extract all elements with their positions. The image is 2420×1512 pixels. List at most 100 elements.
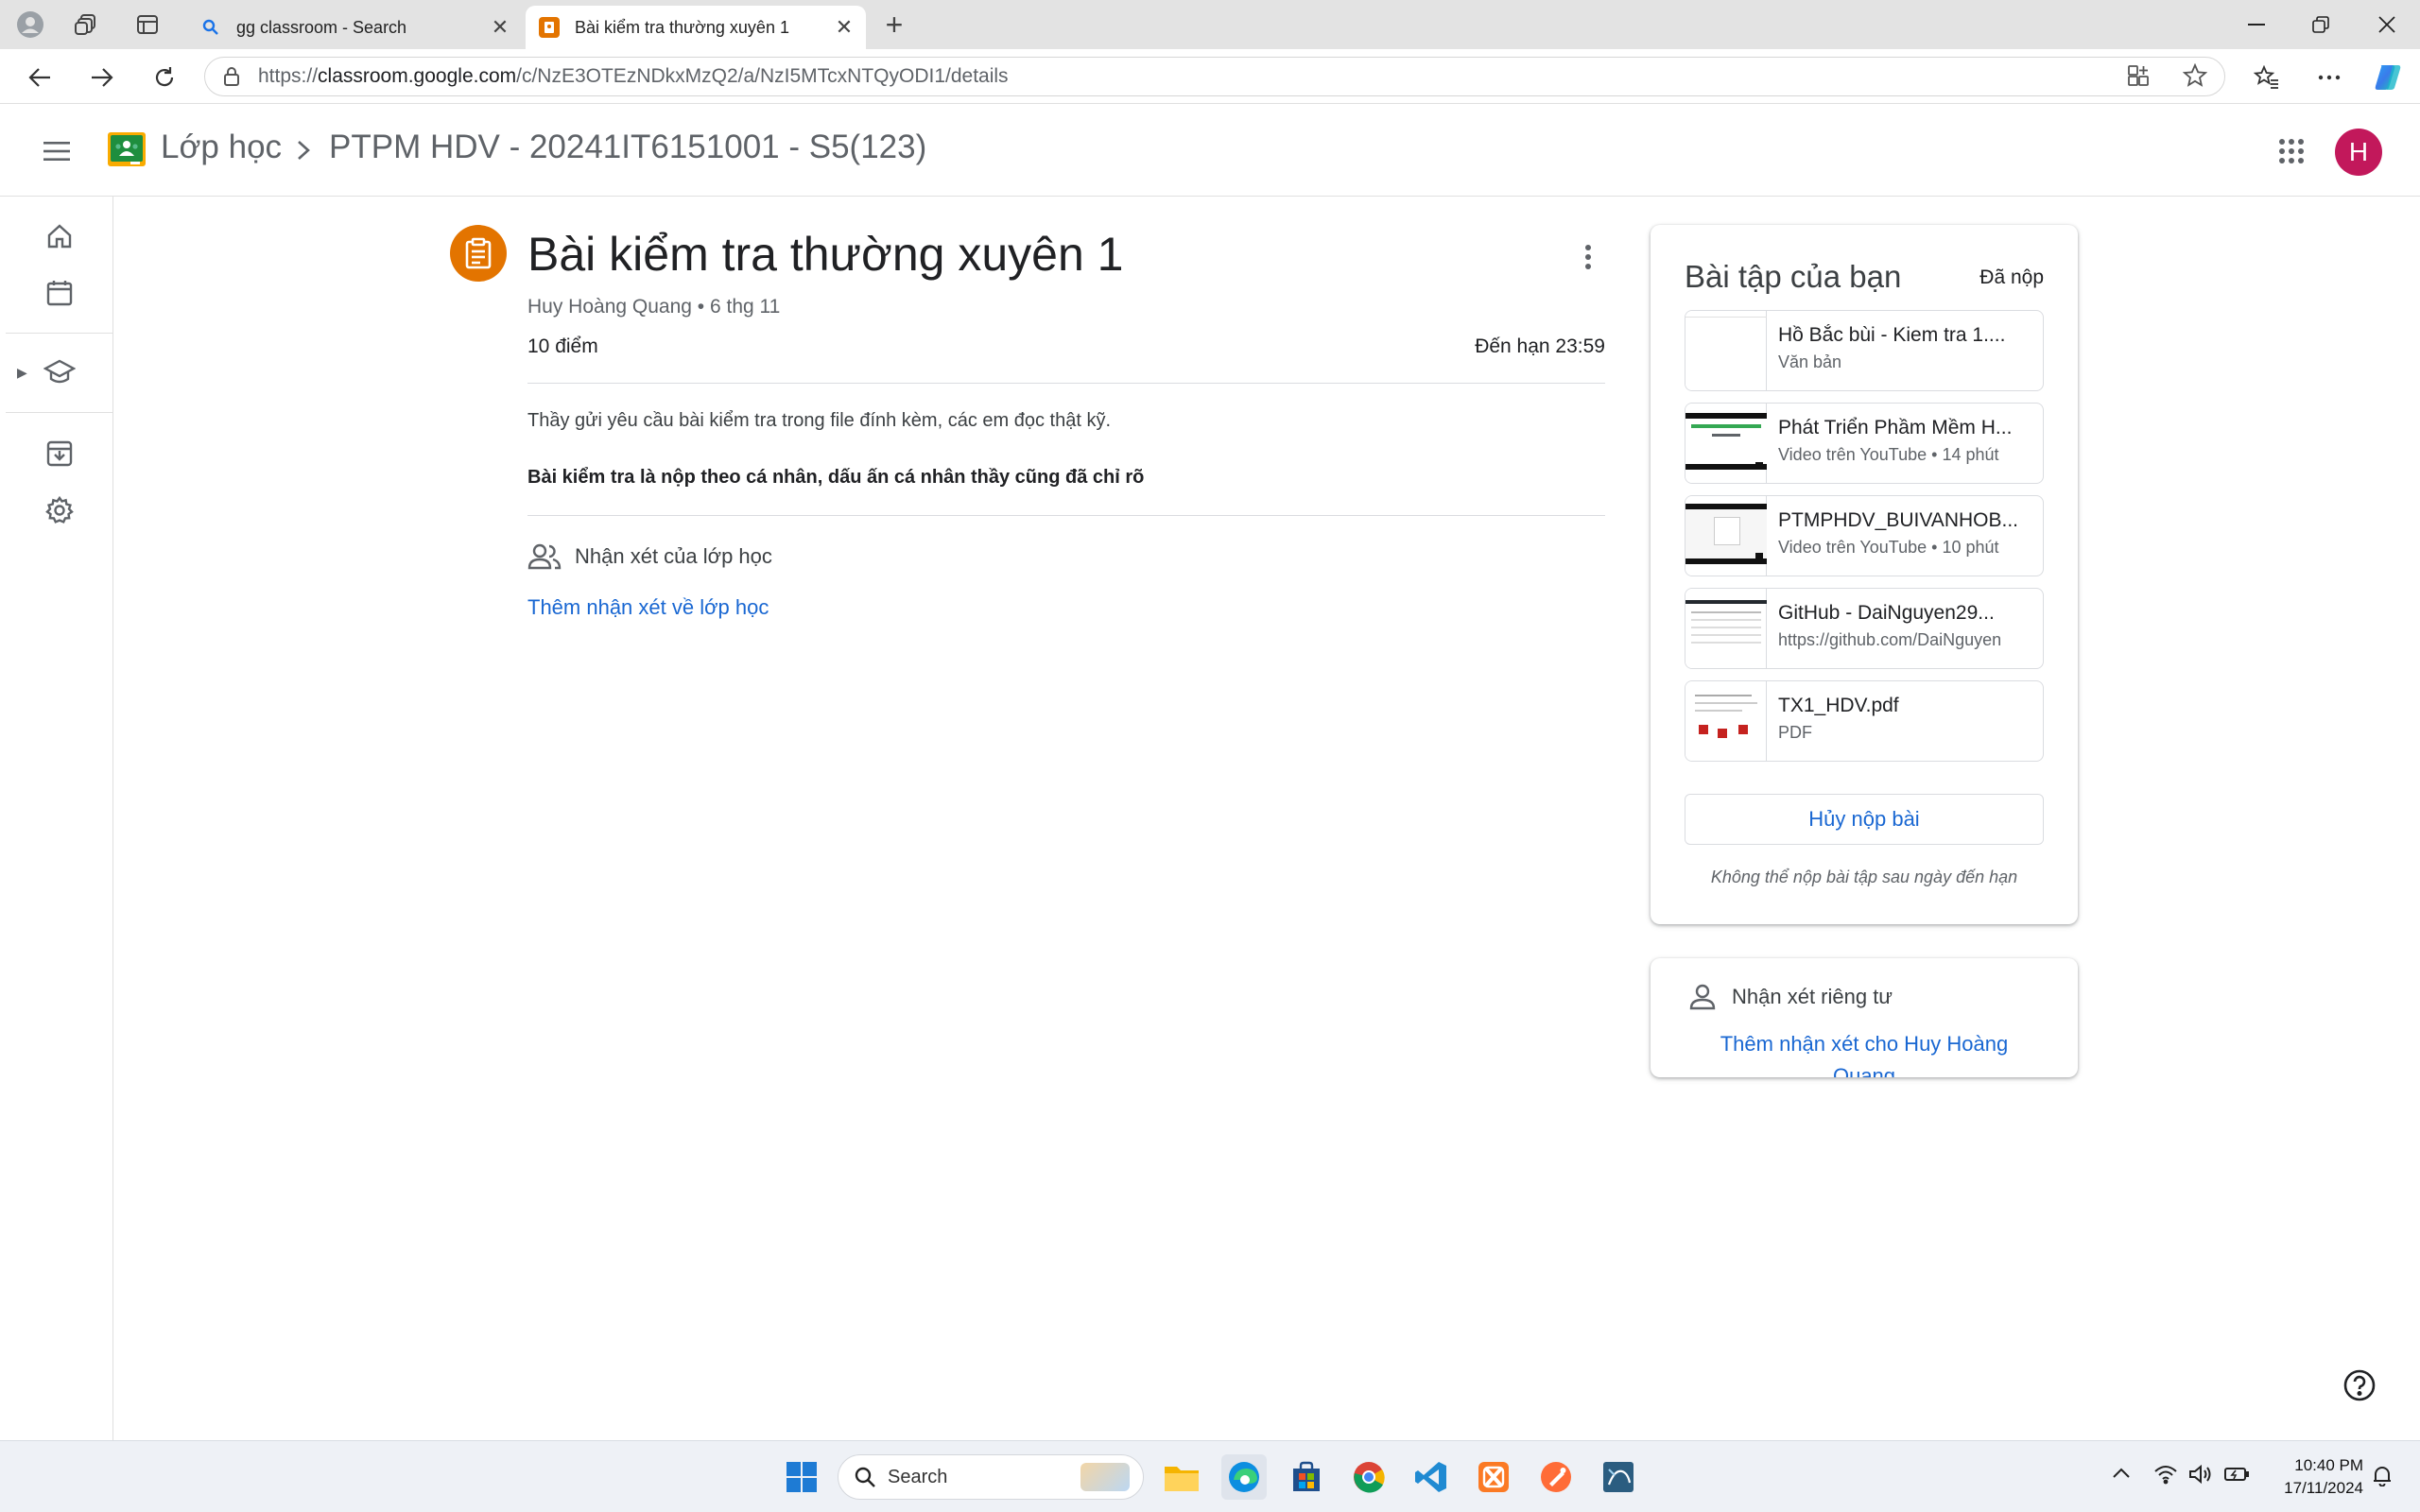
- video-thumbnail: [1685, 496, 1767, 576]
- workspaces-icon[interactable]: [68, 9, 106, 40]
- unsubmit-button[interactable]: Hủy nộp bài: [1685, 794, 2044, 845]
- attachment-item[interactable]: Phát Triển Phầm Mềm H... Video trên YouT…: [1685, 403, 2044, 484]
- home-icon[interactable]: [6, 210, 113, 263]
- postman-icon[interactable]: [1533, 1454, 1579, 1500]
- attachment-item[interactable]: GitHub - DaiNguyen29... https://github.c…: [1685, 588, 2044, 669]
- microsoft-store-icon[interactable]: [1284, 1454, 1329, 1500]
- chevron-right-icon: [289, 134, 318, 166]
- attachment-type: Video trên YouTube • 14 phút: [1778, 445, 1999, 464]
- class-title[interactable]: PTPM HDV - 20241IT6151001 - S5(123): [329, 129, 926, 166]
- favorite-star-icon[interactable]: [2182, 62, 2208, 93]
- attachment-type: Văn bản: [1778, 352, 1842, 371]
- clock-date: 17/11/2024: [2284, 1479, 2363, 1497]
- account-avatar[interactable]: H: [2335, 129, 2382, 176]
- minimize-button[interactable]: [2223, 0, 2290, 49]
- people-icon: [527, 543, 562, 570]
- taskbar-search-label: Search: [888, 1466, 948, 1487]
- attachment-name: TX1_HDV.pdf: [1778, 695, 1899, 716]
- address-bar[interactable]: https://classroom.google.com/c/NzE3OTEzN…: [204, 57, 2225, 96]
- attachment-type: PDF: [1778, 723, 1812, 742]
- calendar-icon[interactable]: [6, 266, 113, 319]
- assignment-meta: Huy Hoàng Quang • 6 thg 11: [527, 296, 781, 318]
- volume-icon[interactable]: [2187, 1464, 2212, 1489]
- person-icon: [1689, 984, 1716, 1010]
- app-available-icon[interactable]: [2126, 63, 2151, 93]
- browser-toolbar: https://classroom.google.com/c/NzE3OTEzN…: [0, 49, 2420, 104]
- private-comments-heading: Nhận xét riêng tư: [1688, 983, 1893, 1011]
- url-text: https://classroom.google.com/c/NzE3OTEzN…: [258, 65, 1009, 87]
- search-highlight-icon: [1080, 1463, 1130, 1491]
- taskbar-search[interactable]: Search: [838, 1454, 1144, 1500]
- start-windows-icon[interactable]: [779, 1454, 824, 1500]
- private-comments-label: Nhận xét riêng tư: [1732, 985, 1893, 1008]
- assignment-description-bold: Bài kiểm tra là nộp theo cá nhân, dấu ấn…: [527, 467, 1145, 488]
- main-menu-icon[interactable]: [34, 130, 79, 172]
- submission-status: Đã nộp: [1979, 266, 2044, 288]
- app-title[interactable]: Lớp học: [161, 129, 282, 166]
- forward-icon[interactable]: [81, 59, 123, 96]
- lock-icon[interactable]: [205, 66, 258, 87]
- due-time: Đến hạn 23:59: [1475, 335, 1605, 357]
- left-navigation-rail: ▶: [6, 197, 113, 1440]
- taskbar-clock[interactable]: 10:40 PM 17/11/2024: [2265, 1454, 2363, 1500]
- more-options-icon[interactable]: [2308, 59, 2350, 96]
- browser-tab-bar: gg classroom - Search ✕ Bài kiểm tra thư…: [0, 0, 2420, 49]
- tab-search[interactable]: gg classroom - Search ✕: [187, 6, 522, 49]
- attachment-type: Video trên YouTube • 10 phút: [1778, 538, 1999, 557]
- tab-actions-icon[interactable]: [129, 9, 166, 40]
- file-explorer-icon[interactable]: [1159, 1454, 1204, 1500]
- late-submission-note: Không thể nộp bài tập sau ngày đến hạn: [1710, 868, 2018, 886]
- mysql-workbench-icon[interactable]: [1596, 1454, 1641, 1500]
- profile-icon[interactable]: [11, 9, 49, 40]
- google-apps-icon[interactable]: [2273, 132, 2310, 170]
- restore-button[interactable]: [2288, 0, 2354, 49]
- wifi-icon[interactable]: [2153, 1464, 2178, 1489]
- close-window-button[interactable]: [2354, 0, 2420, 49]
- close-tab-icon[interactable]: ✕: [828, 11, 860, 43]
- your-work-card: Bài tập của bạn Đã nộp Hồ Bắc bùi - Kiem…: [1651, 225, 2078, 924]
- new-tab-button[interactable]: +: [875, 8, 913, 42]
- attachment-item[interactable]: PTMPHDV_BUIVANHOB... Video trên YouTube …: [1685, 495, 2044, 576]
- private-comments-card: Nhận xét riêng tư Thêm nhận xét cho Huy …: [1651, 958, 2078, 1077]
- show-hidden-icons-icon[interactable]: [2112, 1464, 2131, 1484]
- notifications-bell-icon[interactable]: [2371, 1464, 2394, 1491]
- document-thumbnail: [1685, 311, 1767, 390]
- copilot-icon[interactable]: [2367, 59, 2409, 96]
- assignment-title: Bài kiểm tra thường xuyên 1: [527, 228, 1124, 281]
- settings-gear-icon[interactable]: [6, 484, 113, 537]
- back-icon[interactable]: [19, 59, 60, 96]
- your-work-title: Bài tập của bạn: [1685, 259, 1902, 294]
- add-class-comment-link[interactable]: Thêm nhận xét về lớp học: [527, 595, 769, 620]
- battery-icon[interactable]: [2223, 1464, 2250, 1489]
- expand-caret-icon[interactable]: ▶: [17, 365, 27, 381]
- attachment-item[interactable]: TX1_HDV.pdf PDF: [1685, 680, 2044, 762]
- refresh-icon[interactable]: [144, 59, 185, 96]
- attachment-url: https://github.com/DaiNguyen: [1778, 630, 2002, 649]
- enrolled-classes-item[interactable]: ▶: [6, 346, 113, 399]
- video-thumbnail: [1685, 404, 1767, 483]
- pdf-thumbnail: [1685, 681, 1767, 761]
- chrome-icon[interactable]: [1346, 1454, 1392, 1500]
- search-icon: [855, 1467, 875, 1487]
- classroom-logo-icon[interactable]: [108, 132, 146, 166]
- tab-label: Bài kiểm tra thường xuyên 1: [575, 17, 789, 37]
- edge-browser-icon[interactable]: [1221, 1454, 1267, 1500]
- link-thumbnail: [1685, 589, 1767, 668]
- tab-assignment[interactable]: Bài kiểm tra thường xuyên 1 ✕: [526, 6, 866, 49]
- archived-classes-icon[interactable]: [6, 427, 113, 480]
- vscode-icon[interactable]: [1409, 1454, 1454, 1500]
- class-comments-heading: Nhận xét của lớp học: [527, 542, 772, 571]
- divider: [527, 515, 1605, 516]
- attachment-name: PTMPHDV_BUIVANHOB...: [1778, 509, 2018, 531]
- xampp-icon[interactable]: [1471, 1454, 1516, 1500]
- add-private-comment-link[interactable]: Thêm nhận xét cho Huy Hoàng Quang: [1688, 1028, 2040, 1077]
- close-tab-icon[interactable]: ✕: [484, 11, 516, 43]
- class-comments-label: Nhận xét của lớp học: [575, 544, 772, 568]
- attachment-item[interactable]: Hồ Bắc bùi - Kiem tra 1.... Văn bản: [1685, 310, 2044, 391]
- help-icon[interactable]: [2341, 1366, 2378, 1404]
- search-icon: [200, 17, 221, 38]
- tab-label: gg classroom - Search: [236, 17, 407, 37]
- points: 10 điểm: [527, 335, 598, 357]
- more-vert-icon[interactable]: [1569, 238, 1607, 276]
- favorites-icon[interactable]: [2246, 59, 2288, 96]
